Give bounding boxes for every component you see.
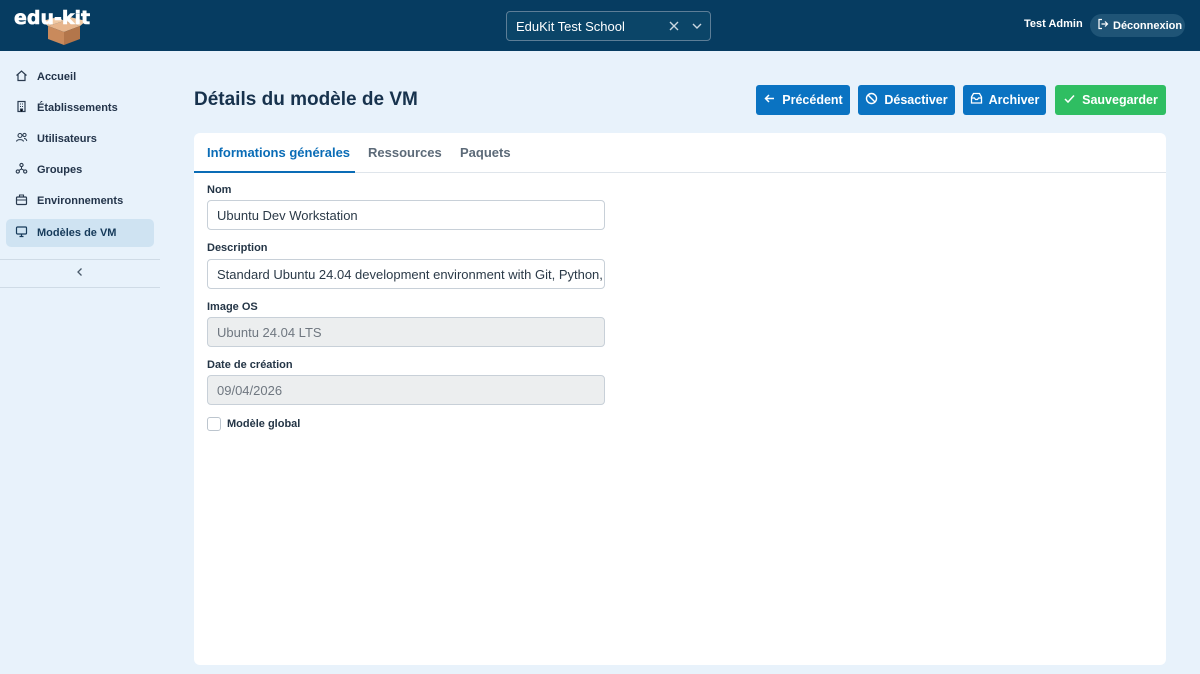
creation-date-label: Date de création [207,359,293,371]
tab-bar: Informations générales Ressources Paquet… [194,133,1166,173]
tab-informations-generales[interactable]: Informations générales [207,145,350,160]
logout-button[interactable]: Déconnexion [1090,14,1185,37]
deactivate-label: Désactiver [884,93,948,107]
sidebar-item-environnements[interactable]: Environnements [6,187,154,215]
users-icon [15,131,28,147]
collapse-sidebar-button[interactable] [72,265,88,281]
previous-button[interactable]: Précédent [756,85,850,115]
name-label: Nom [207,184,232,196]
description-label: Description [207,242,268,254]
chevron-left-icon [75,264,85,282]
check-icon [1063,92,1076,108]
deactivate-button[interactable]: Désactiver [858,85,955,115]
global-model-label[interactable]: Modèle global [227,418,300,430]
archive-label: Archiver [988,93,1040,107]
home-icon [15,69,28,85]
sidebar-item-etablissements[interactable]: Établissements [6,94,154,122]
sidebar-item-label: Accueil [37,71,77,83]
sidebar-divider [0,259,160,260]
save-label: Sauvegarder [1082,93,1158,107]
os-image-field: Ubuntu 24.04 LTS [207,317,605,347]
environment-icon [15,193,28,209]
school-select[interactable]: EduKit Test School [506,11,711,41]
ban-icon [865,92,878,108]
logout-label: Déconnexion [1113,19,1183,32]
svg-text:edu-kit: edu-kit [14,7,90,29]
logout-icon [1097,18,1109,33]
edu-kit-logo[interactable]: edu-kit [12,4,90,46]
sidebar-item-utilisateurs[interactable]: Utilisateurs [6,125,154,153]
active-tab-indicator [194,171,355,173]
tab-ressources[interactable]: Ressources [368,145,442,160]
creation-date-field: 09/04/2026 [207,375,605,405]
sidebar: Accueil Établissements Utilisateurs Grou… [0,51,160,674]
tab-paquets[interactable]: Paquets [460,145,511,160]
os-image-label: Image OS [207,301,258,313]
sidebar-item-label: Modèles de VM [37,227,117,239]
arrow-left-icon [763,92,776,108]
groups-icon [15,162,28,178]
details-card: Informations générales Ressources Paquet… [194,133,1166,665]
previous-label: Précédent [782,93,843,107]
sidebar-item-label: Utilisateurs [37,133,97,145]
sidebar-item-groupes[interactable]: Groupes [6,156,154,184]
save-button[interactable]: Sauvegarder [1055,85,1166,115]
sidebar-item-label: Établissements [37,102,118,114]
page-title: Détails du modèle de VM [194,89,418,110]
user-name: Test Admin [1024,18,1083,30]
sidebar-item-accueil[interactable]: Accueil [6,63,154,91]
school-select-value: EduKit Test School [516,18,625,34]
building-icon [15,100,28,116]
clear-icon[interactable] [664,16,684,36]
sidebar-item-modeles-vm[interactable]: Modèles de VM [6,219,154,247]
name-field[interactable]: Ubuntu Dev Workstation [207,200,605,230]
description-field[interactable]: Standard Ubuntu 24.04 development enviro… [207,259,605,289]
sidebar-divider [0,287,160,288]
sidebar-item-label: Environnements [37,195,124,207]
global-model-checkbox[interactable] [207,417,221,431]
top-bar: edu-kit EduKit Test School Test Admin Dé… [0,0,1200,51]
chevron-down-icon[interactable] [687,16,707,36]
monitor-icon [15,225,28,241]
archive-icon [970,92,983,108]
sidebar-item-label: Groupes [37,164,83,176]
archive-button[interactable]: Archiver [963,85,1046,115]
